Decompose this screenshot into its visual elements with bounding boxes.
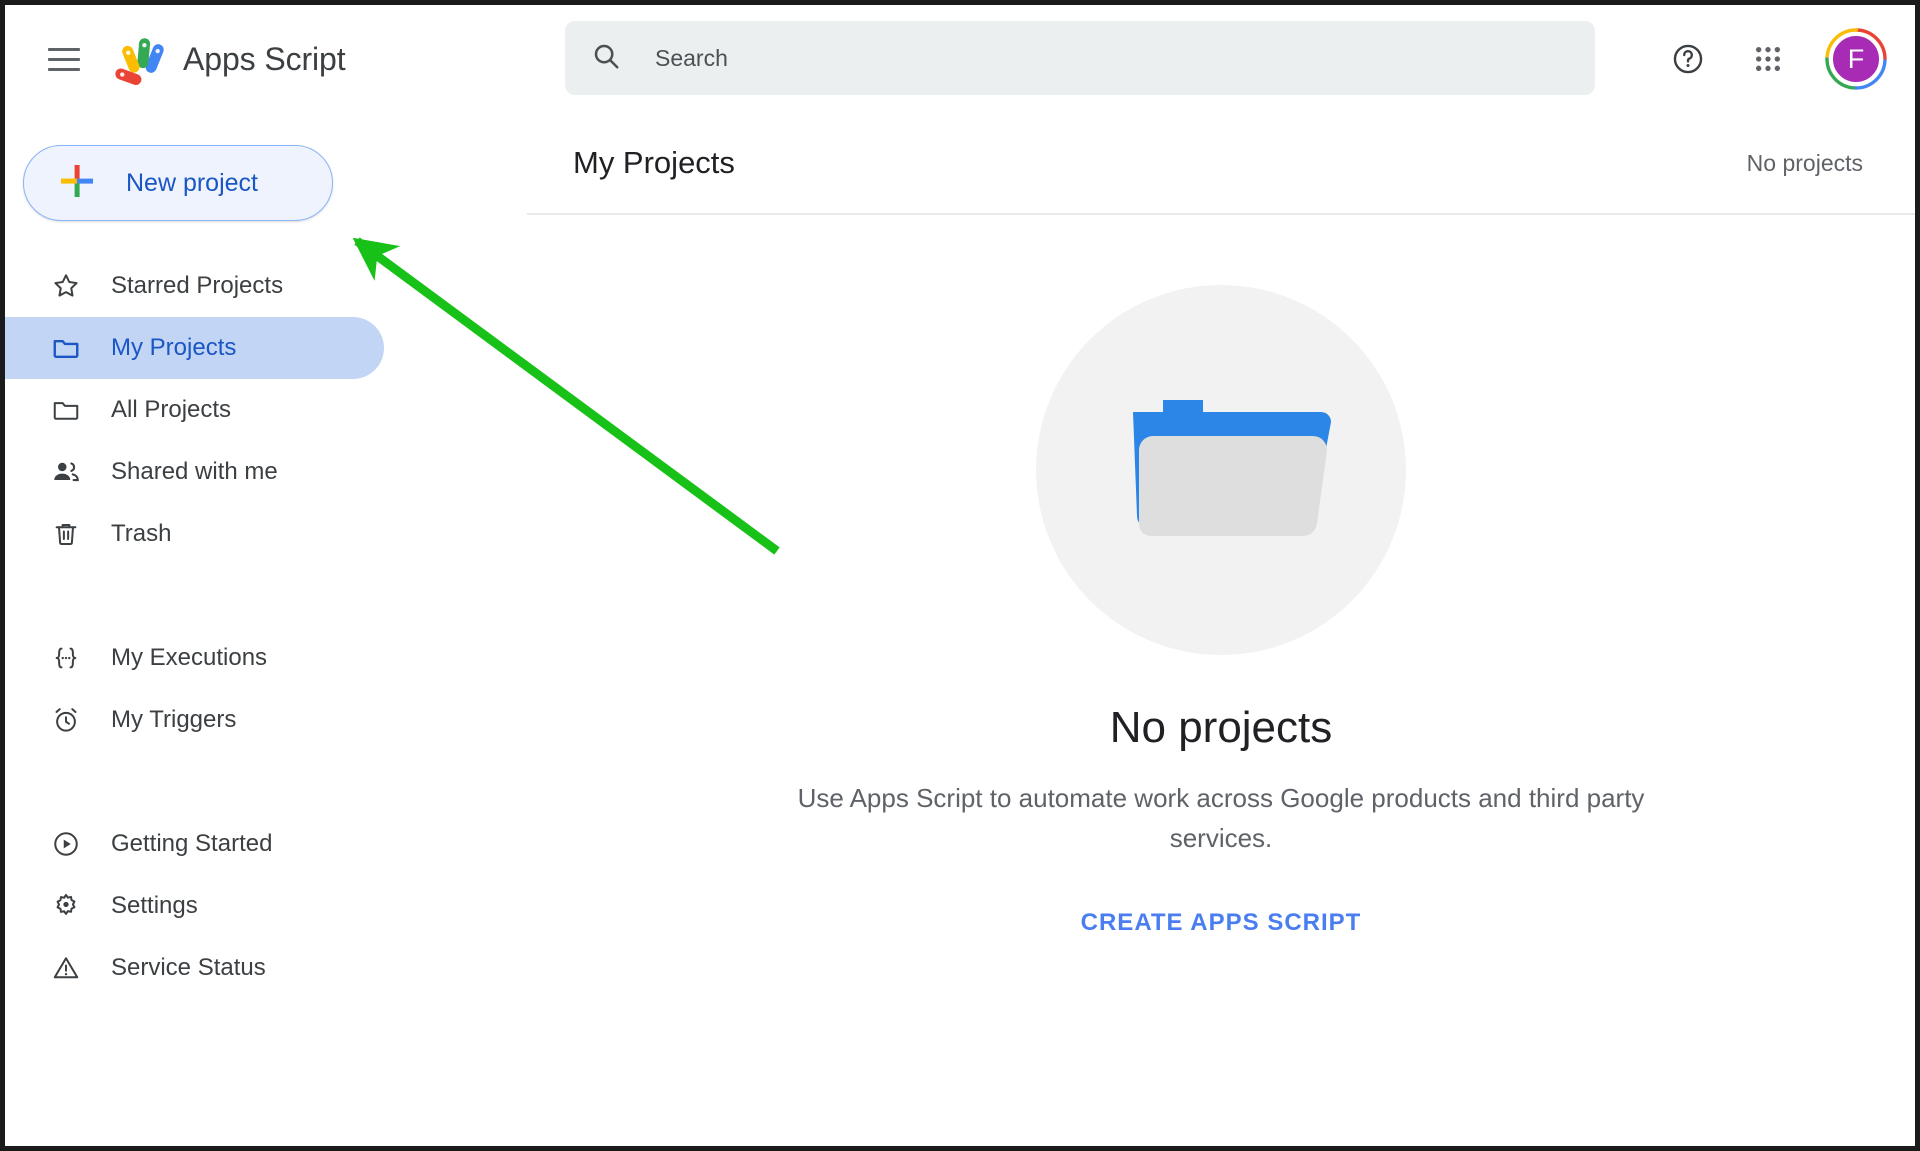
play-circle-icon [51,829,81,859]
main-header: My Projects No projects [527,113,1915,215]
apps-grid-icon[interactable] [1741,32,1795,86]
sidebar-item-all-projects[interactable]: All Projects [5,379,384,441]
sidebar-group-help: Getting Started Settings Service Status [5,813,527,999]
viewport: Apps Script Search F New project Starred… [5,5,1915,1146]
search-bar[interactable] [565,21,1595,95]
sidebar-item-label: Service Status [111,954,266,981]
sidebar-item-label: My Executions [111,644,268,671]
app-window: Apps Script Search F New project Starred… [0,0,1920,1151]
help-circle-icon[interactable] [1661,32,1715,86]
sidebar-item-label: My Projects [111,334,237,361]
sidebar-item-settings[interactable]: Settings [5,875,384,937]
sidebar-item-shared-with-me[interactable]: Shared with me [5,441,384,503]
sidebar: New project Starred Projects My Projects… [5,113,527,1146]
sidebar-group-projects: Starred Projects My Projects All Project… [5,255,527,565]
sidebar-item-label: Settings [111,892,198,919]
new-project-label: New project [126,168,258,197]
trash-icon [51,519,81,549]
sidebar-item-getting-started[interactable]: Getting Started [5,813,384,875]
sidebar-item-my-triggers[interactable]: My Triggers [5,689,384,751]
folder-outline-icon [51,395,81,425]
empty-folder-illustration [1036,285,1406,655]
sidebar-item-label: Trash [111,520,172,547]
empty-state-description: Use Apps Script to automate work across … [797,783,1645,853]
sidebar-group-activity: My Executions My Triggers [5,627,527,751]
apps-script-logo [115,33,167,85]
sidebar-item-my-projects[interactable]: My Projects [5,317,384,379]
braces-ellipsis-icon [51,643,81,673]
sidebar-item-label: My Triggers [111,706,237,733]
top-bar-actions: F [1661,5,1887,113]
multicolor-plus-icon [58,162,96,205]
sidebar-item-trash[interactable]: Trash [5,503,384,565]
sidebar-item-starred-projects[interactable]: Starred Projects [5,255,384,317]
new-project-button[interactable]: New project [23,145,333,221]
star-icon [51,271,81,301]
avatar-initial: F [1830,33,1882,85]
app-title: Apps Script [183,40,346,77]
hamburger-menu-icon[interactable] [35,30,93,88]
search-input[interactable] [653,21,1569,95]
folder-filled-icon [51,333,81,363]
gear-icon [51,891,81,921]
top-bar: Apps Script Search F [5,5,1915,113]
project-count-label: No projects [1746,149,1863,176]
alarm-clock-icon [51,705,81,735]
empty-state: No projects Use Apps Script to automate … [527,215,1915,938]
sidebar-item-my-executions[interactable]: My Executions [5,627,384,689]
avatar[interactable]: F [1825,28,1887,90]
people-icon [51,457,81,487]
create-apps-script-button[interactable]: CREATE APPS SCRIPT [1075,908,1368,938]
main-content: My Projects No projects No projects Use … [527,113,1915,1146]
search-icon [591,41,621,76]
sidebar-item-label: Starred Projects [111,272,284,299]
sidebar-item-label: Shared with me [111,458,278,485]
sidebar-item-label: All Projects [111,396,232,423]
empty-state-heading: No projects [1109,703,1333,752]
warning-triangle-icon [51,953,81,983]
sidebar-item-service-status[interactable]: Service Status [5,937,384,999]
app-brand[interactable]: Apps Script [115,33,346,85]
page-title: My Projects [573,145,735,180]
sidebar-item-label: Getting Started [111,830,273,857]
